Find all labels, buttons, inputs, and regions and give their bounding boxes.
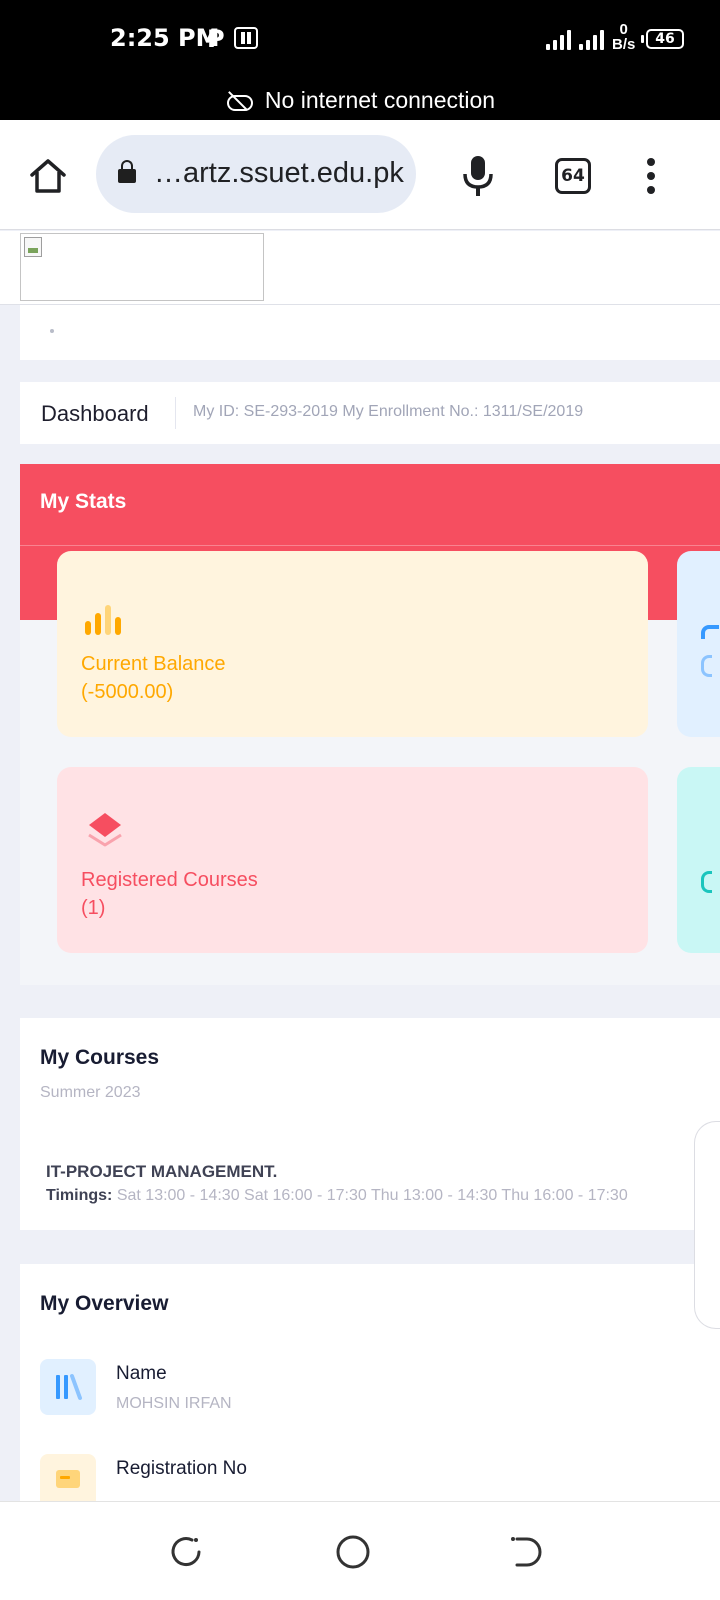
courses-term: Summer 2023	[40, 1084, 141, 1101]
courses-panel-title: My Courses	[40, 1046, 160, 1069]
bullet-dot	[50, 329, 54, 333]
overview-panel-title: My Overview	[40, 1292, 169, 1315]
current-balance-card[interactable]: Current Balance (-5000.00)	[57, 551, 648, 737]
back-icon[interactable]	[505, 1532, 545, 1572]
courses-title: Registered Courses	[81, 869, 258, 891]
layers-icon	[88, 813, 122, 847]
course-name[interactable]: IT-PROJECT MANAGEMENT.	[46, 1162, 277, 1182]
notification-p-icon: P	[207, 25, 225, 53]
microphone-icon[interactable]	[462, 154, 494, 198]
overview-name-value: MOHSIN IRFAN	[116, 1395, 232, 1412]
page-title: Dashboard	[41, 401, 149, 426]
address-bar[interactable]: …artz.ssuet.edu.pk	[96, 135, 416, 213]
stats-divider	[20, 545, 720, 546]
overview-row-name: Name MOHSIN IRFAN	[40, 1359, 700, 1419]
home-icon[interactable]	[28, 156, 68, 196]
broken-image-icon	[24, 237, 42, 257]
library-icon	[40, 1359, 96, 1415]
my-courses-panel: My Courses Summer 2023 IT-PROJECT MANAGE…	[20, 1018, 720, 1230]
my-overview-panel: My Overview Name MOHSIN IRFAN Registrati…	[20, 1264, 720, 1501]
overview-row-registration: Registration No	[40, 1454, 700, 1501]
status-time: 2:25 PM	[110, 24, 220, 52]
balance-label: Current Balance (-5000.00)	[81, 650, 226, 706]
courses-value: (1)	[81, 897, 106, 919]
course-timings: Timings: Sat 13:00 - 14:30 Sat 16:00 - 1…	[46, 1187, 628, 1205]
site-logo[interactable]	[20, 233, 264, 301]
home-nav-icon[interactable]	[333, 1532, 373, 1572]
student-id-info: My ID: SE-293-2019 My Enrollment No.: 13…	[193, 403, 584, 420]
net-speed-unit: B/s	[612, 36, 636, 53]
site-header	[0, 231, 720, 305]
timings-value: Sat 13:00 - 14:30 Sat 16:00 - 17:30 Thu …	[116, 1187, 628, 1204]
navigation-bar	[0, 1501, 720, 1600]
bar-chart-icon	[85, 599, 125, 635]
notification-app-icon	[234, 27, 258, 49]
cloud-off-icon	[225, 91, 253, 111]
registered-courses-card[interactable]: Registered Courses (1)	[57, 767, 648, 953]
tab-switcher-button[interactable]: 64	[555, 158, 591, 194]
nav-strip	[20, 305, 720, 360]
signal-icon	[546, 30, 572, 50]
id-card-icon	[40, 1454, 96, 1501]
browser-toolbar: …artz.ssuet.edu.pk 64	[0, 120, 720, 230]
offline-text: No internet connection	[264, 86, 496, 113]
courses-label: Registered Courses (1)	[81, 866, 258, 922]
overview-name-label: Name	[116, 1363, 167, 1384]
net-speed: 0 B/s	[612, 22, 635, 52]
status-bar: 2:25 PM P 0 B/s 46	[0, 0, 720, 80]
stat-card-partial-blue[interactable]	[677, 551, 720, 737]
battery-icon: 46	[641, 29, 684, 49]
more-menu-icon[interactable]	[645, 158, 657, 194]
side-panel-handle[interactable]	[694, 1121, 720, 1329]
offline-banner: No internet connection	[0, 80, 720, 120]
signal-icon-2	[579, 30, 605, 50]
recent-apps-icon[interactable]	[165, 1532, 205, 1572]
web-page: Dashboard My ID: SE-293-2019 My Enrollme…	[0, 231, 720, 1501]
lock-icon[interactable]	[118, 160, 136, 183]
url-text[interactable]: …artz.ssuet.edu.pk	[154, 157, 406, 190]
balance-value: (-5000.00)	[81, 681, 174, 703]
overview-registration-label: Registration No	[116, 1458, 247, 1479]
my-stats-panel: My Stats Current Balance (-5000.00) Regi…	[20, 464, 720, 985]
breadcrumb-separator	[175, 397, 176, 429]
timings-label: Timings:	[46, 1187, 113, 1204]
stat-card-partial-cyan[interactable]	[677, 767, 720, 953]
stats-title: My Stats	[40, 490, 127, 513]
breadcrumb: Dashboard My ID: SE-293-2019 My Enrollme…	[20, 382, 720, 444]
net-speed-value: 0	[619, 21, 628, 38]
balance-title: Current Balance	[81, 653, 226, 675]
